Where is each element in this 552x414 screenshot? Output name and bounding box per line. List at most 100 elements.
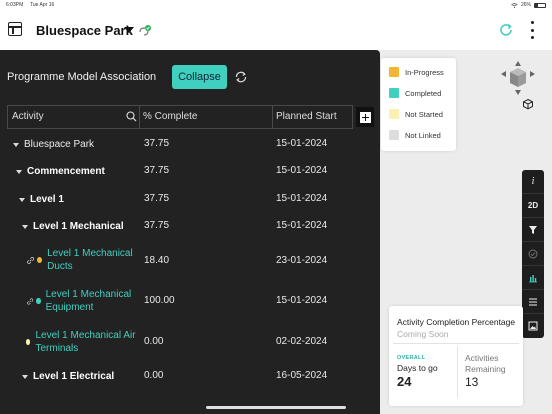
- legend-label: In-Progress: [405, 67, 444, 77]
- days-to-go-value: 24: [397, 374, 412, 389]
- status-dot: [37, 257, 43, 263]
- list-button[interactable]: [522, 290, 544, 314]
- check-button[interactable]: [522, 242, 544, 266]
- panel-title: Programme Model Association: [7, 71, 157, 83]
- sync-status-icon: [139, 25, 151, 36]
- row-activity: Level 1 Electrical: [33, 371, 115, 382]
- row-activity: Level 1: [30, 194, 64, 205]
- check-circle-icon: [528, 249, 538, 258]
- right-toolbar: i 2D: [522, 170, 544, 338]
- column-header-complete[interactable]: % Complete: [143, 106, 197, 128]
- row-start: 15-01-2024: [276, 295, 328, 306]
- expand-arrow-icon[interactable]: [19, 197, 25, 202]
- info-icon: i: [531, 176, 535, 187]
- view-2d-button[interactable]: 2D: [522, 194, 544, 218]
- view-2d-label: 2D: [527, 201, 539, 210]
- image-gallery-icon: [528, 321, 538, 331]
- list-icon: [529, 298, 537, 305]
- column-header-activity[interactable]: Activity: [12, 106, 44, 128]
- card-divider: [393, 343, 519, 344]
- expand-arrow-icon[interactable]: [22, 224, 28, 229]
- legend-swatch: [389, 88, 399, 98]
- link-icon[interactable]: [27, 256, 35, 265]
- status-dot: [36, 298, 41, 304]
- legend-swatch: [389, 130, 399, 140]
- chart-button[interactable]: [522, 266, 544, 290]
- home-indicator[interactable]: [206, 406, 346, 409]
- card-title: Activity Completion Percentage: [397, 317, 516, 327]
- row-start: 23-01-2024: [276, 255, 328, 266]
- row-activity[interactable]: Level 1 Mechanical Equipment: [46, 288, 142, 314]
- card-divider: [457, 346, 458, 398]
- sidebar-toggle-icon[interactable]: [8, 22, 22, 36]
- legend-swatch: [389, 109, 399, 119]
- legend-label: Not Started: [405, 109, 443, 119]
- wifi-icon: [511, 2, 518, 8]
- card-subtitle: Coming Soon: [397, 329, 449, 339]
- more-options-icon[interactable]: [528, 21, 536, 39]
- legend-item-not-started: Not Started: [389, 109, 443, 119]
- row-complete: 0.00: [144, 336, 164, 347]
- status-dot: [26, 339, 31, 345]
- expand-arrow-icon[interactable]: [22, 374, 28, 379]
- row-start: 16-05-2024: [276, 370, 328, 381]
- expand-arrow-icon[interactable]: [13, 142, 19, 147]
- column-header-start[interactable]: Planned Start: [276, 106, 337, 128]
- row-complete: 37.75: [144, 165, 170, 176]
- table-header: Activity % Complete Planned Start: [7, 105, 353, 129]
- refresh-icon[interactable]: [498, 22, 514, 38]
- bar-chart-icon: [529, 274, 537, 282]
- overall-label: OVERALL: [397, 355, 426, 361]
- search-icon[interactable]: [126, 111, 137, 122]
- row-complete: 37.75: [144, 138, 170, 149]
- row-activity[interactable]: Level 1 Mechanical Air Terminals: [35, 329, 144, 355]
- legend-label: Completed: [405, 88, 442, 98]
- legend-swatch: [389, 67, 399, 77]
- activities-remaining-label: Activities Remaining: [465, 353, 506, 374]
- top-bar: Bluespace Park: [0, 12, 552, 50]
- legend-item-completed: Completed: [389, 88, 441, 98]
- legend-label: Not Linked: [405, 130, 441, 140]
- legend-item-not-linked: Not Linked: [389, 130, 441, 140]
- project-title[interactable]: Bluespace Park: [36, 23, 133, 38]
- programme-panel: Programme Model Association Collapse Act…: [0, 50, 380, 414]
- status-right: 26%: [511, 2, 546, 8]
- column-divider: [272, 106, 273, 128]
- status-time: 6:03PM: [6, 2, 24, 8]
- battery-percent: 26%: [520, 2, 531, 8]
- filter-icon: [529, 225, 537, 234]
- chevron-down-icon[interactable]: [124, 27, 134, 33]
- row-activity[interactable]: Level 1 Mechanical Ducts: [47, 247, 139, 273]
- row-start: 15-01-2024: [276, 165, 328, 176]
- status-bar: 6:03PM Tue Apr 16 26%: [0, 0, 552, 12]
- row-complete: 18.40: [144, 255, 170, 266]
- status-legend: In-Progress Completed Not Started Not Li…: [381, 58, 456, 151]
- info-button[interactable]: i: [522, 170, 544, 194]
- days-to-go-label: Days to go: [397, 363, 438, 373]
- row-start: 15-01-2024: [276, 220, 328, 231]
- row-complete: 0.00: [144, 370, 164, 381]
- link-icon[interactable]: [27, 297, 34, 306]
- row-activity: Level 1 Mechanical: [33, 221, 124, 232]
- row-complete: 100.00: [144, 295, 175, 306]
- activities-remaining-value: 13: [465, 375, 479, 389]
- column-divider: [139, 106, 140, 128]
- add-column-button[interactable]: [356, 107, 374, 127]
- battery-icon: [534, 2, 546, 8]
- plus-icon: [359, 111, 371, 123]
- expand-arrow-icon[interactable]: [16, 169, 22, 174]
- row-activity: Commencement: [27, 166, 105, 177]
- sync-icon[interactable]: [234, 70, 248, 84]
- activity-completion-card: Activity Completion Percentage Coming So…: [389, 306, 523, 406]
- status-date: Tue Apr 16: [30, 2, 55, 8]
- collapse-button[interactable]: Collapse: [172, 65, 227, 89]
- row-start: 02-02-2024: [276, 336, 328, 347]
- home-view-cube-icon[interactable]: [522, 98, 534, 110]
- gallery-button[interactable]: [522, 314, 544, 338]
- row-activity: Bluespace Park: [24, 139, 95, 150]
- row-complete: 37.75: [144, 193, 170, 204]
- view-cube-icon[interactable]: [498, 58, 538, 98]
- filter-button[interactable]: [522, 218, 544, 242]
- row-start: 15-01-2024: [276, 138, 328, 149]
- row-complete: 37.75: [144, 220, 170, 231]
